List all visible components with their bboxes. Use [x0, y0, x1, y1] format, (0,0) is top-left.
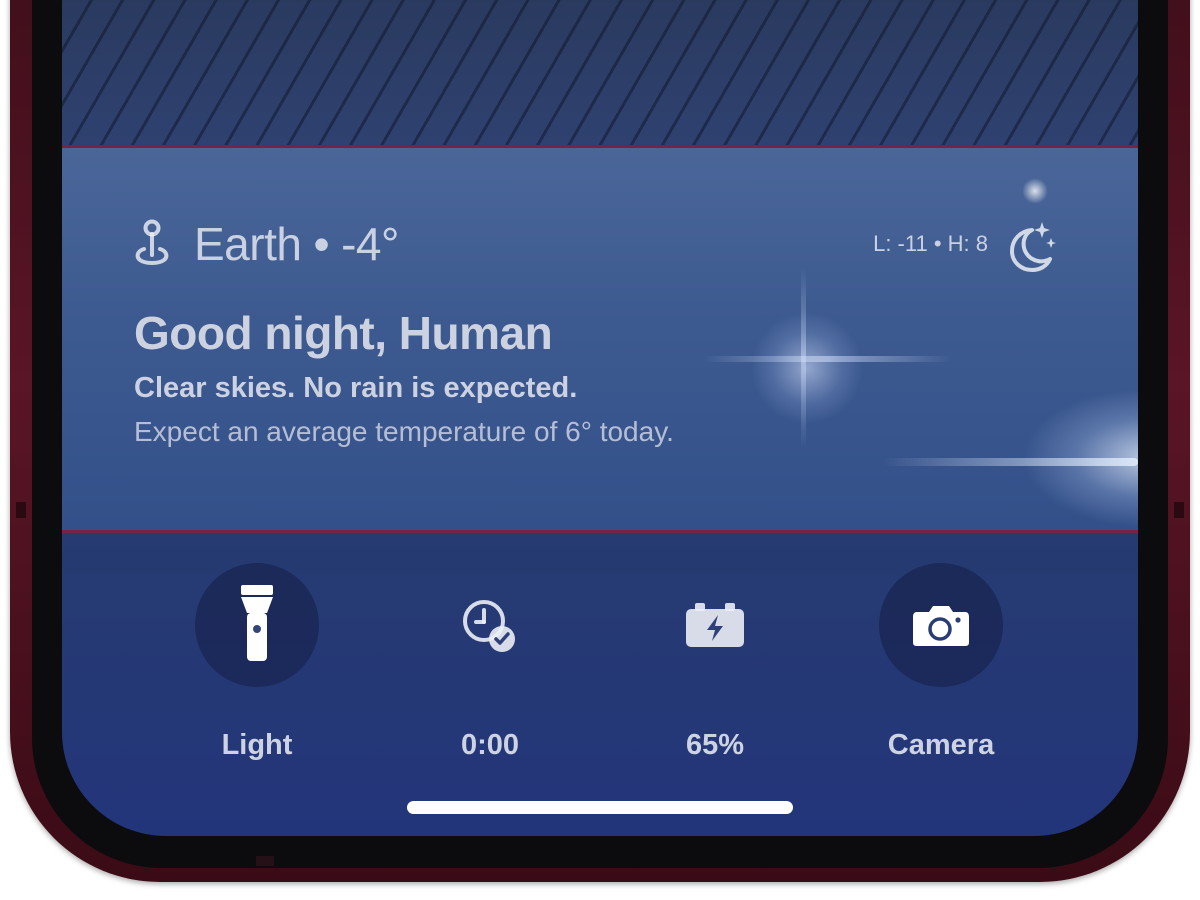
camera-icon: [913, 606, 969, 646]
wallpaper-flare: [801, 268, 806, 448]
timer-button[interactable]: 0:00: [400, 563, 580, 773]
quick-actions-bar: Light 0:00 65% Camera: [62, 533, 1138, 836]
speaker-grille: [256, 856, 274, 866]
wallpaper-star: [1022, 178, 1048, 204]
weather-location-row: Earth • -4°: [134, 216, 399, 272]
flashlight-icon: [241, 585, 273, 661]
camera-button-circle[interactable]: [879, 563, 1003, 687]
light-label: Light: [221, 729, 293, 761]
battery-button[interactable]: 65%: [625, 563, 805, 773]
weather-conditions: Clear skies. No rain is expected.: [134, 372, 578, 404]
timer-button-circle[interactable]: [428, 563, 552, 687]
clock-check-icon: [463, 600, 515, 652]
weather-location: Earth • -4°: [194, 217, 399, 271]
wallpaper-flare: [702, 356, 952, 362]
low-high-temperature: L: -11 • H: 8: [873, 231, 988, 256]
timer-label: 0:00: [460, 729, 520, 761]
weather-widget[interactable]: Earth • -4° L: -11 • H: 8 Good night, Huma…: [62, 148, 1138, 530]
current-temperature: -4°: [341, 218, 399, 270]
location-separator: •: [313, 218, 330, 270]
battery-button-circle[interactable]: [653, 563, 777, 687]
light-button[interactable]: Light: [167, 563, 347, 773]
camera-label: Camera: [887, 729, 995, 761]
location-pin-icon: [135, 219, 169, 265]
screen: Earth • -4° L: -11 • H: 8 Good night, Huma…: [62, 0, 1138, 836]
weather-forecast: Expect an average temperature of 6° toda…: [134, 416, 674, 447]
battery-label: 65%: [685, 729, 745, 761]
wallpaper-flare: [882, 458, 1138, 466]
wallpaper: [62, 0, 1138, 145]
home-indicator[interactable]: [407, 801, 793, 814]
battery-charging-icon: [686, 603, 744, 647]
weather-hilo-row: L: -11 • H: 8: [873, 216, 1058, 272]
location-name: Earth: [194, 218, 302, 270]
wallpaper-glow: [1022, 388, 1138, 528]
wallpaper-glow: [752, 313, 862, 423]
light-button-circle[interactable]: [195, 563, 319, 687]
moon-stars-icon: [1010, 222, 1056, 272]
lock-screen-view: Earth • -4° L: -11 • H: 8 Good night, Huma…: [0, 0, 1200, 900]
side-button-left: [16, 502, 26, 518]
greeting-title: Good night, Human: [134, 307, 553, 359]
side-button-right: [1174, 502, 1184, 518]
camera-button[interactable]: Camera: [851, 563, 1031, 773]
